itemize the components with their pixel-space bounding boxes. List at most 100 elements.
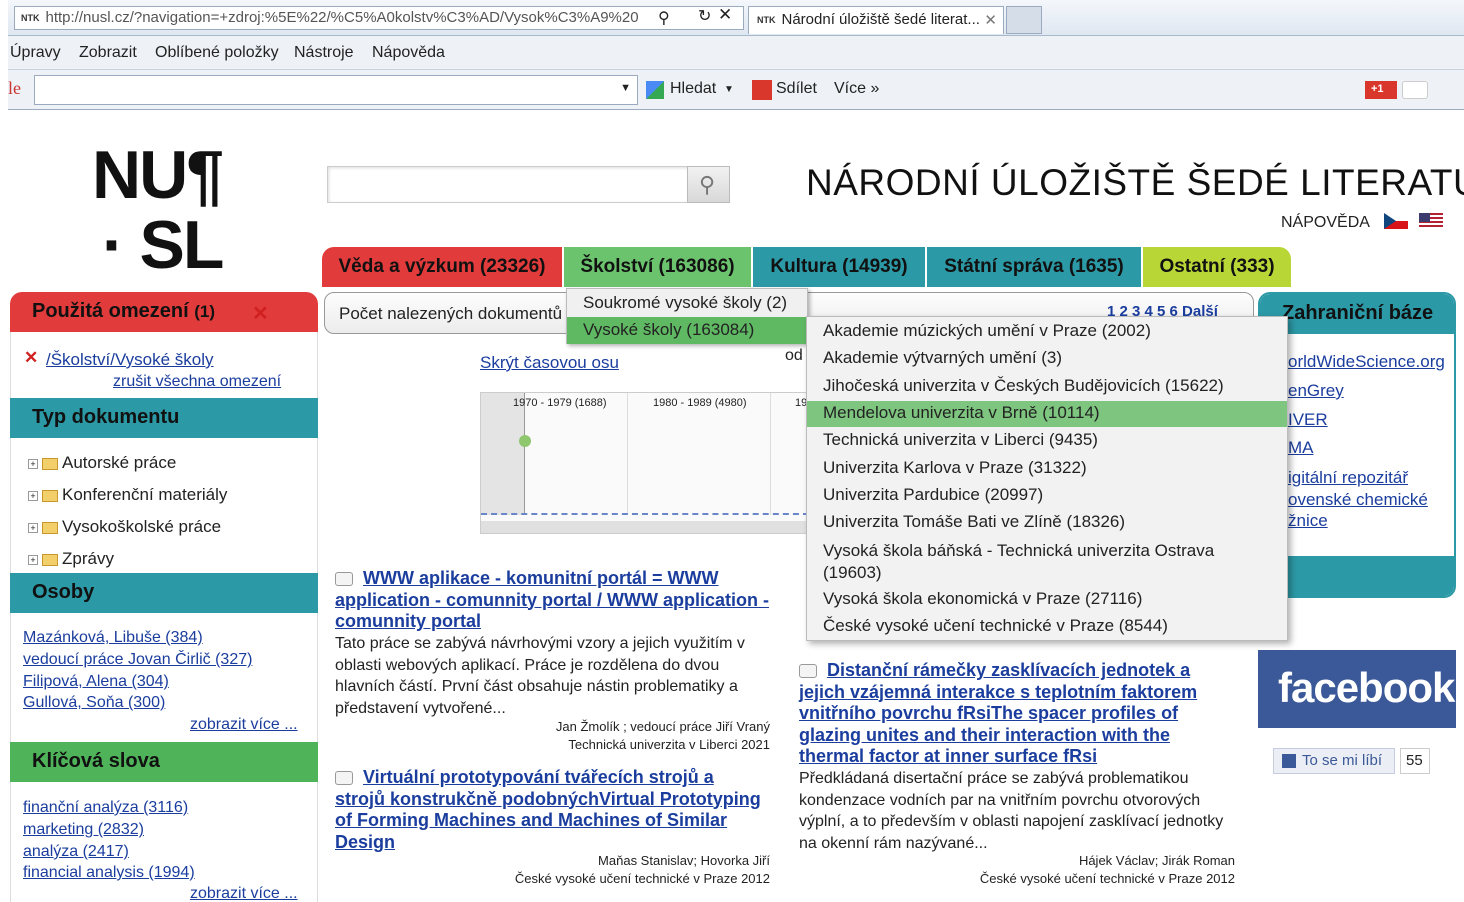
- submenu-item-university[interactable]: Univerzita Pardubice (20997): [807, 485, 1287, 505]
- url-field[interactable]: NTK http://nusl.cz/?navigation=+zdroj:%5E…: [14, 6, 744, 30]
- submenu-item-university[interactable]: České vysoké učení technické v Praze (85…: [807, 616, 1287, 636]
- timeline-label: 1970 - 1979 (1688): [513, 397, 607, 409]
- submenu-item-university-highlighted[interactable]: Mendelova univerzita v Brně (10114): [807, 401, 1287, 427]
- menu-view[interactable]: Zobrazit: [79, 44, 137, 62]
- site-search-button[interactable]: ⚲: [687, 166, 730, 203]
- result-authors: Maňas Stanislav; Hovorka Jiří: [598, 853, 770, 868]
- expand-icon[interactable]: +: [28, 522, 38, 533]
- person-link[interactable]: Gullová, Soňa (300): [23, 694, 165, 712]
- close-tab-icon[interactable]: ✕: [984, 11, 997, 29]
- person-link[interactable]: Mazánková, Libuše (384): [23, 629, 203, 647]
- keywords-more-link[interactable]: zobrazit více ...: [190, 885, 298, 902]
- facebook-like-button[interactable]: To se mi líbí: [1273, 748, 1395, 774]
- search-logo-icon: [646, 81, 664, 99]
- browser-tab[interactable]: NTK Národní úložiště šedé literat... ✕: [748, 6, 1004, 34]
- tab-culture[interactable]: Kultura (14939): [753, 247, 925, 287]
- like-label: To se mi líbí: [1302, 752, 1383, 769]
- applied-filter-link[interactable]: /Školství/Vysoké školy: [46, 350, 214, 370]
- submenu-item-university[interactable]: Vysoká škola ekonomická v Praze (27116): [807, 589, 1287, 609]
- applied-filters-title: Použitá omezení: [32, 300, 189, 322]
- us-flag-icon[interactable]: [1419, 213, 1443, 229]
- database-link[interactable]: žnice: [1288, 511, 1328, 531]
- result-source: Technická univerzita v Liberci 2021: [568, 737, 770, 752]
- foreign-databases-footer: [1260, 556, 1454, 596]
- result-title: WWW aplikace - komunitní portál = WWW ap…: [335, 568, 769, 631]
- expand-icon[interactable]: +: [28, 490, 38, 501]
- result-meta: Jan Žmolík ; vedoucí práce Jiří Vraný Tec…: [335, 718, 770, 754]
- foreign-databases-header: Zahraniční báze: [1260, 294, 1454, 334]
- tab-state-administration[interactable]: Státní správa (1635): [927, 247, 1141, 287]
- tree-item-author-works[interactable]: + Autorské práce: [28, 453, 176, 473]
- submenu-item-universities[interactable]: Vysoké školy (163084): [567, 317, 807, 344]
- result-authors: Hájek Václav; Jirák Roman: [1078, 853, 1235, 868]
- tab-other-label: Ostatní (333): [1159, 256, 1275, 277]
- menu-favorites[interactable]: Oblíbené položky: [155, 44, 279, 62]
- keyword-link[interactable]: finanční analýza (3116): [23, 799, 188, 817]
- more-button[interactable]: Více »: [834, 80, 879, 98]
- remove-all-icon[interactable]: ✕: [252, 301, 269, 326]
- person-link[interactable]: Filipová, Alena (304): [23, 673, 169, 691]
- menu-tools[interactable]: Nástroje: [294, 44, 354, 62]
- share-button[interactable]: Sdílet: [776, 80, 817, 98]
- timeline-scrollbar[interactable]: [481, 521, 809, 533]
- facebook-banner[interactable]: facebook: [1258, 650, 1456, 728]
- database-link[interactable]: igitální repozitář: [1288, 468, 1408, 488]
- result-title-link[interactable]: WWW aplikace - komunitní portál = WWW ap…: [335, 568, 770, 633]
- czech-flag-icon[interactable]: [1384, 213, 1408, 229]
- help-link[interactable]: NÁPOVĚDA: [1281, 214, 1370, 232]
- database-link[interactable]: MA: [1288, 438, 1314, 458]
- site-title: NÁRODNÍ ÚLOŽIŠTĚ ŠEDÉ LITERATURY: [806, 162, 1464, 203]
- chevron-down-icon[interactable]: ▼: [620, 82, 631, 94]
- keyword-link[interactable]: marketing (2832): [23, 821, 144, 839]
- tree-item-conference[interactable]: + Konferenční materiály: [28, 485, 227, 505]
- expand-icon[interactable]: +: [28, 554, 38, 565]
- toolbar-search-input[interactable]: ▼: [34, 75, 638, 105]
- tab-education[interactable]: Školství (163086): [564, 247, 751, 287]
- submenu-item-university[interactable]: Akademie múzických umění v Praze (2002): [807, 321, 1287, 341]
- hide-timeline-link[interactable]: Skrýt časovou osu: [480, 353, 619, 373]
- menu-edit[interactable]: Úpravy: [10, 44, 61, 62]
- database-link[interactable]: ovenské chemické: [1288, 490, 1428, 510]
- document-icon: [335, 572, 353, 587]
- tab-other[interactable]: Ostatní (333): [1143, 247, 1291, 287]
- database-link[interactable]: orldWideScience.org: [1288, 352, 1445, 372]
- stop-icon[interactable]: ✕: [718, 5, 732, 25]
- google-plus-one-button[interactable]: +1: [1365, 81, 1397, 99]
- google-logo: le: [8, 78, 21, 98]
- tab-education-label: Školství (163086): [580, 256, 735, 277]
- tree-item-university-works[interactable]: + Vysokoškolské práce: [28, 517, 221, 537]
- clear-all-filters-link[interactable]: zrušit všechna omezení: [113, 373, 281, 391]
- refresh-icon[interactable]: ↻: [698, 6, 711, 26]
- submenu-item-private-universities[interactable]: Soukromé vysoké školy (2): [567, 293, 807, 317]
- database-link[interactable]: IVER: [1288, 410, 1328, 430]
- keyword-link[interactable]: analýza (2417): [23, 843, 129, 861]
- result-title-link[interactable]: Virtuální prototypování tvářecích strojů…: [335, 767, 765, 853]
- site-search-input[interactable]: [327, 166, 689, 203]
- menu-help[interactable]: Nápověda: [372, 44, 445, 62]
- applied-filters-count: (1): [194, 302, 216, 321]
- submenu-item-university[interactable]: Akademie výtvarných umění (3): [807, 348, 1287, 368]
- result-meta: Maňas Stanislav; Hovorka Jiří České vysok…: [335, 852, 770, 888]
- submenu-item-university[interactable]: Jihočeská univerzita v Českých Budějovic…: [807, 376, 1287, 396]
- expand-icon[interactable]: +: [28, 458, 38, 469]
- toolbar-search-button[interactable]: Hledat: [670, 80, 716, 98]
- submenu-item-university[interactable]: Technická univerzita v Liberci (9435): [807, 430, 1287, 450]
- database-link[interactable]: enGrey: [1288, 381, 1344, 401]
- timeline-chart[interactable]: 1970 - 1979 (1688) 1980 - 1989 (4980) 19: [480, 392, 810, 534]
- new-tab-button[interactable]: [1006, 6, 1042, 34]
- remove-filter-icon[interactable]: ✕: [24, 348, 38, 368]
- timeline-label: 1980 - 1989 (4980): [653, 397, 747, 409]
- menu-bar: Úpravy Zobrazit Oblíbené položky Nástroj…: [8, 36, 1464, 70]
- result-title-link[interactable]: Distanční rámečky zasklívacích jednotek …: [799, 660, 1229, 768]
- chevron-down-icon[interactable]: ▼: [724, 84, 734, 95]
- tab-science[interactable]: Věda a výzkum (23326): [322, 247, 562, 287]
- person-link[interactable]: vedoucí práce Jovan Čirlič (327): [23, 651, 252, 669]
- submenu-item-university[interactable]: Univerzita Karlova v Praze (31322): [807, 458, 1287, 478]
- search-icon[interactable]: ⚲: [658, 8, 670, 28]
- persons-more-link[interactable]: zobrazit více ...: [190, 716, 298, 734]
- submenu-item-university[interactable]: Vysoká škola báňská - Technická univerzi…: [807, 540, 1237, 584]
- keyword-link[interactable]: financial analysis (1994): [23, 864, 195, 882]
- folder-icon: [42, 553, 58, 566]
- tree-item-reports[interactable]: + Zprávy: [28, 549, 114, 569]
- submenu-item-university[interactable]: Univerzita Tomáše Bati ve Zlíně (18326): [807, 512, 1287, 532]
